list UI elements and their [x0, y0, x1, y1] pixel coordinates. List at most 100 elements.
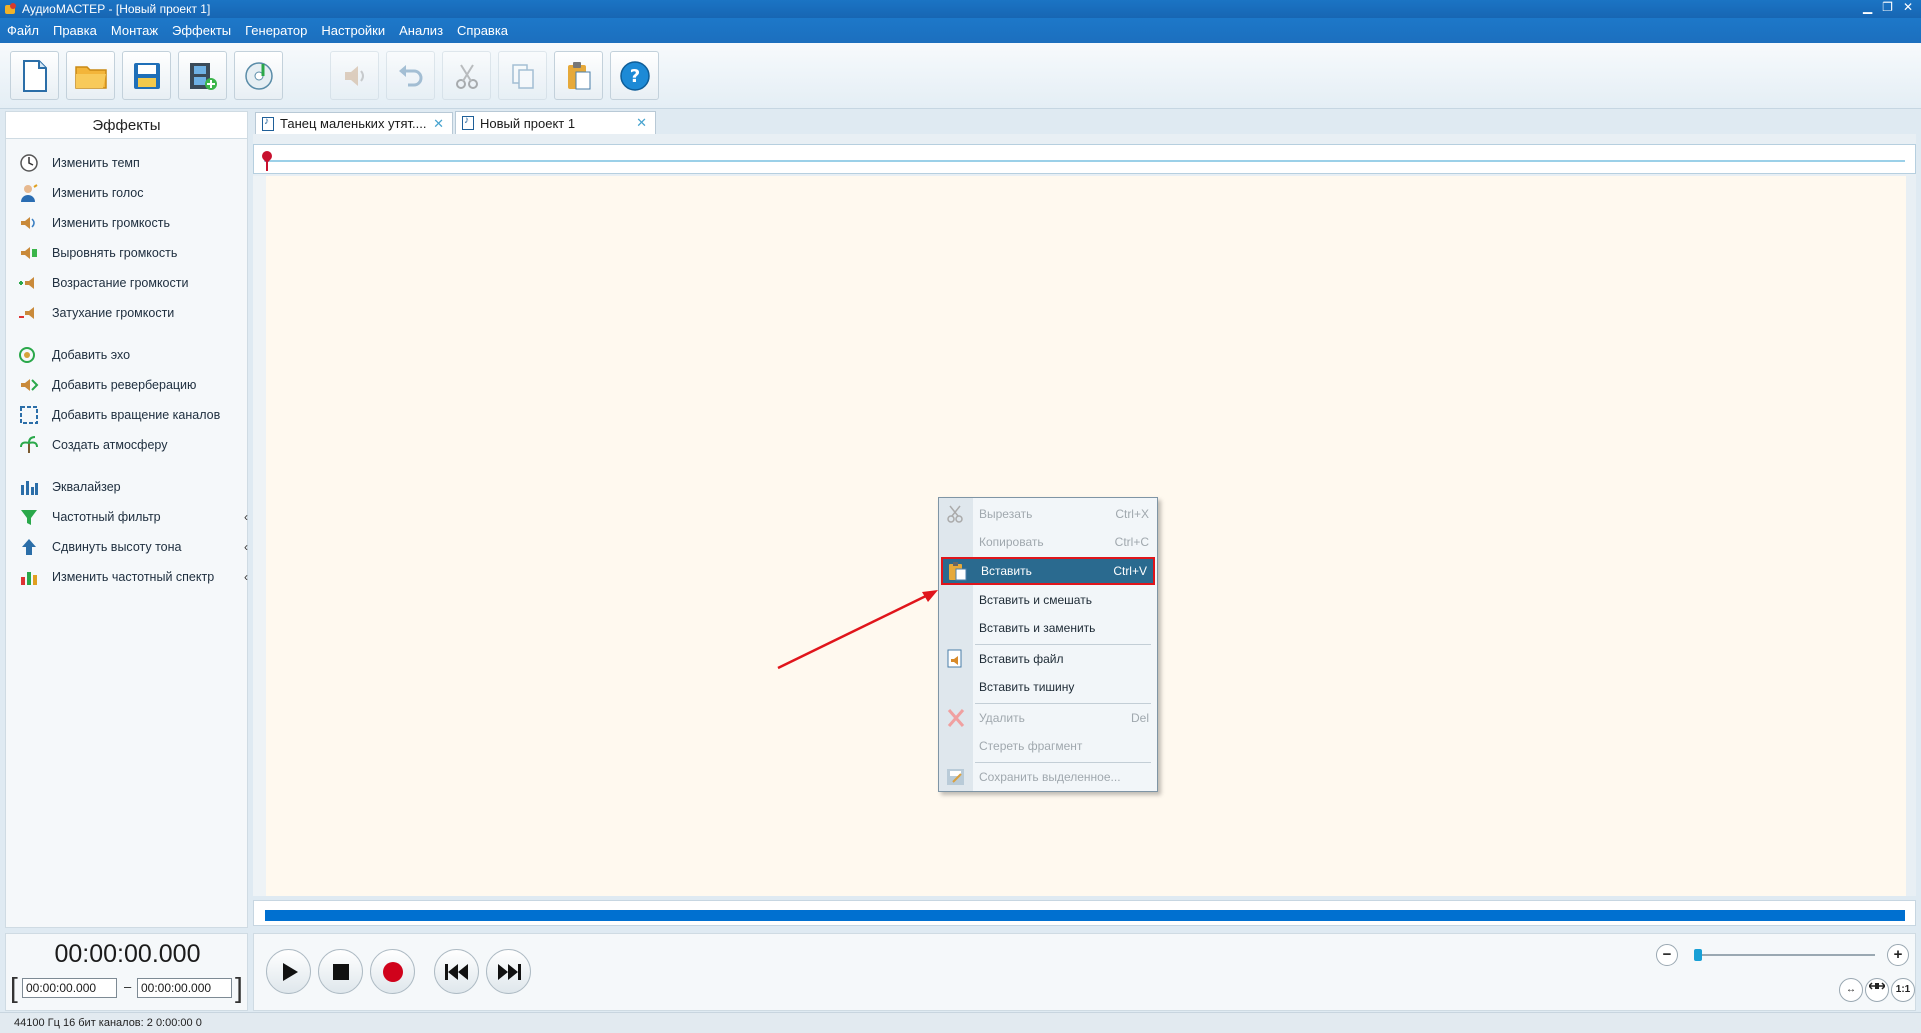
- volume-button[interactable]: [330, 51, 379, 100]
- import-cd-button[interactable]: [234, 51, 283, 100]
- range-start-field[interactable]: 00:00:00.000: [22, 978, 117, 998]
- effect-fade-in[interactable]: Возрастание громкости: [18, 272, 188, 294]
- menu-item-delete[interactable]: Удалить Del: [941, 705, 1155, 731]
- close-icon[interactable]: ✕: [433, 116, 444, 132]
- zoom-slider-thumb[interactable]: [1694, 949, 1702, 961]
- current-time-display: 00:00:00.000: [54, 940, 201, 968]
- close-icon[interactable]: ✕: [1903, 0, 1913, 14]
- effect-change-spectrum[interactable]: Изменить частотный спектр ‹: [18, 566, 248, 588]
- status-bar: 44100 Гц 16 бит каналов: 2 0:00:00 0: [0, 1012, 1921, 1033]
- menu-separator: [975, 644, 1151, 645]
- menu-item-erase-fragment[interactable]: Стереть фрагмент: [941, 733, 1155, 759]
- menu-item-paste-replace[interactable]: Вставить и заменить: [941, 615, 1155, 641]
- effect-change-voice[interactable]: Изменить голос: [18, 182, 143, 204]
- menu-generator[interactable]: Генератор: [238, 23, 314, 38]
- play-button[interactable]: [266, 949, 311, 994]
- copy-button[interactable]: [498, 51, 547, 100]
- add-video-button[interactable]: [178, 51, 227, 100]
- menu-item-insert-silence[interactable]: Вставить тишину: [941, 674, 1155, 700]
- spectrum-icon: [18, 566, 40, 588]
- app-logo-icon: [4, 2, 18, 16]
- menu-settings[interactable]: Настройки: [314, 23, 392, 38]
- effect-fade-out[interactable]: Затухание громкости: [18, 302, 174, 324]
- effect-label: Выровнять громкость: [52, 246, 178, 260]
- menu-item-cut[interactable]: Вырезать Ctrl+X: [941, 501, 1155, 527]
- svg-text:?: ?: [629, 66, 639, 87]
- cut-button[interactable]: [442, 51, 491, 100]
- effect-label: Добавить реверберацию: [52, 378, 197, 392]
- reverb-icon: [18, 374, 40, 396]
- effect-create-atmosphere[interactable]: Создать атмосферу: [18, 434, 167, 456]
- effect-label: Изменить голос: [52, 186, 144, 200]
- tab-label: Новый проект 1: [480, 115, 576, 131]
- effect-add-echo[interactable]: Добавить эхо: [18, 344, 130, 366]
- zoom-in-button[interactable]: +: [1887, 944, 1909, 966]
- effect-frequency-filter[interactable]: Частотный фильтр ‹: [18, 506, 248, 528]
- effect-label: Затухание громкости: [52, 306, 175, 320]
- menu-file[interactable]: Файл: [0, 23, 46, 38]
- effect-pitch-shift[interactable]: Сдвинуть высоту тона ‹: [18, 536, 248, 558]
- stop-button[interactable]: [318, 949, 363, 994]
- transport-panel: − + ↔ 1:1: [253, 933, 1916, 1011]
- submenu-arrow-icon: ‹: [244, 570, 248, 584]
- title-bar: АудиоМАСТЕР - [Новый проект 1] ▁ ❐ ✕: [0, 0, 1921, 18]
- close-icon[interactable]: ✕: [636, 115, 647, 131]
- range-end-field[interactable]: 00:00:00.000: [137, 978, 232, 998]
- effect-label: Изменить громкость: [52, 216, 170, 230]
- menu-item-paste-mix[interactable]: Вставить и смешать: [941, 587, 1155, 613]
- effect-add-reverb[interactable]: Добавить реверберацию: [18, 374, 196, 396]
- menu-item-save-selection[interactable]: Сохранить выделенное...: [941, 764, 1155, 790]
- scrollbar-thumb[interactable]: [265, 910, 1905, 921]
- zoom-out-button[interactable]: −: [1656, 944, 1678, 966]
- effect-label: Эквалайзер: [52, 480, 121, 494]
- restore-icon[interactable]: ❐: [1882, 0, 1893, 14]
- tab-new-project[interactable]: Новый проект 1 ✕: [455, 111, 656, 134]
- menu-help[interactable]: Справка: [450, 23, 515, 38]
- menu-montage[interactable]: Монтаж: [104, 23, 165, 38]
- timeline-ruler[interactable]: [253, 144, 1916, 174]
- audio-doc-icon: [462, 115, 474, 130]
- effect-rotate-channels[interactable]: Добавить вращение каналов: [18, 404, 220, 426]
- help-button[interactable]: ?: [610, 51, 659, 100]
- help-icon: ?: [619, 60, 650, 91]
- open-folder-button[interactable]: [66, 51, 115, 100]
- effect-equalizer[interactable]: Эквалайзер: [18, 476, 121, 498]
- undo-button[interactable]: [386, 51, 435, 100]
- pitch-up-icon: [18, 536, 40, 558]
- minimize-icon[interactable]: ▁: [1863, 0, 1872, 14]
- paste-button[interactable]: [554, 51, 603, 100]
- menu-item-copy[interactable]: Копировать Ctrl+C: [941, 529, 1155, 555]
- funnel-icon: [18, 506, 40, 528]
- annotation-arrow: [777, 590, 938, 670]
- effect-change-tempo[interactable]: Изменить темп: [18, 152, 140, 174]
- fast-forward-button[interactable]: [486, 949, 531, 994]
- new-file-button[interactable]: [10, 51, 59, 100]
- horizontal-scrollbar[interactable]: [253, 900, 1916, 926]
- menu-item-insert-file[interactable]: Вставить файл: [941, 646, 1155, 672]
- time-panel: 00:00:00.000 [ 00:00:00.000 – 00:00:00.0…: [5, 933, 248, 1011]
- range-bracket-right: ]: [235, 972, 243, 1003]
- menu-edit[interactable]: Правка: [46, 23, 104, 38]
- tab-dance-ducklings[interactable]: Танец маленьких утят.... ✕: [255, 112, 453, 134]
- menu-analysis[interactable]: Анализ: [392, 23, 450, 38]
- save-button[interactable]: [122, 51, 171, 100]
- speaker-icon: [344, 65, 364, 86]
- effect-normalize-volume[interactable]: Выровнять громкость: [18, 242, 177, 264]
- menu-item-shortcut: Ctrl+V: [1113, 564, 1147, 578]
- undo-icon: [398, 64, 422, 86]
- zoom-slider-track[interactable]: [1695, 954, 1875, 956]
- scissors-icon: [455, 63, 478, 89]
- fit-width-button[interactable]: ↔: [1839, 978, 1863, 1002]
- menu-item-shortcut: Ctrl+X: [1115, 507, 1149, 521]
- delete-x-icon: [947, 709, 965, 727]
- record-button[interactable]: [370, 949, 415, 994]
- menu-item-paste[interactable]: Вставить Ctrl+V: [941, 557, 1155, 585]
- menu-effects[interactable]: Эффекты: [165, 23, 238, 38]
- effect-change-volume[interactable]: Изменить громкость: [18, 212, 170, 234]
- clipboard-icon: [567, 61, 590, 89]
- effect-label: Сдвинуть высоту тона: [52, 540, 182, 554]
- rewind-button[interactable]: [434, 949, 479, 994]
- fit-selection-button[interactable]: [1865, 978, 1889, 1002]
- menu-item-label: Вставить файл: [979, 652, 1064, 666]
- zoom-one-to-one-button[interactable]: 1:1: [1891, 978, 1915, 1002]
